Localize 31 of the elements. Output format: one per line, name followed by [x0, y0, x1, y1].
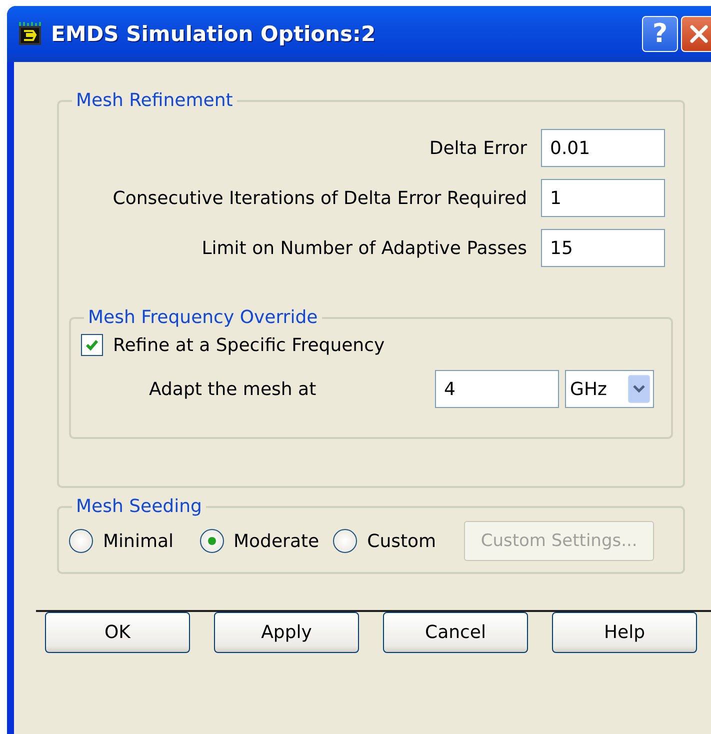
group-title: Mesh Frequency Override [87, 307, 319, 328]
radio-label: Moderate [234, 530, 320, 552]
help-button[interactable]: ? [642, 16, 678, 52]
input-field[interactable]: 15 [541, 229, 665, 267]
input-field[interactable]: 4 [435, 370, 559, 408]
group-title: Mesh Refinement [75, 90, 234, 111]
field-label: Limit on Number of Adaptive Passes [202, 238, 527, 258]
close-icon [687, 22, 711, 46]
radio-label: Minimal [103, 530, 174, 552]
field-label: Delta Error [429, 138, 527, 158]
dialog-button[interactable]: OK [45, 612, 190, 653]
chevron-down-icon [628, 375, 650, 403]
field-label: Consecutive Iterations of Delta Error Required [112, 188, 527, 208]
close-button[interactable] [681, 16, 711, 52]
unit-dropdown[interactable]: GHz [565, 370, 654, 408]
check-icon [84, 337, 100, 353]
checkbox-label: Refine at a Specific Frequency [113, 334, 385, 356]
radio-button[interactable] [200, 529, 224, 553]
group-title: Mesh Seeding [75, 496, 203, 517]
radio-button[interactable] [333, 529, 358, 553]
dialog-button[interactable]: Apply [214, 612, 359, 653]
checkbox[interactable] [81, 334, 103, 356]
input-field[interactable]: 1 [541, 179, 665, 217]
window-title: EMDS Simulation Options:2 [51, 22, 377, 46]
radio-button[interactable] [69, 529, 93, 553]
radio-label: Custom [367, 530, 436, 552]
dialog-button[interactable]: Cancel [383, 612, 528, 653]
app-icon [17, 21, 43, 47]
dialog-button[interactable]: Help [552, 612, 697, 653]
field-label: Adapt the mesh at [149, 378, 318, 400]
input-field[interactable]: 0.01 [541, 129, 665, 167]
